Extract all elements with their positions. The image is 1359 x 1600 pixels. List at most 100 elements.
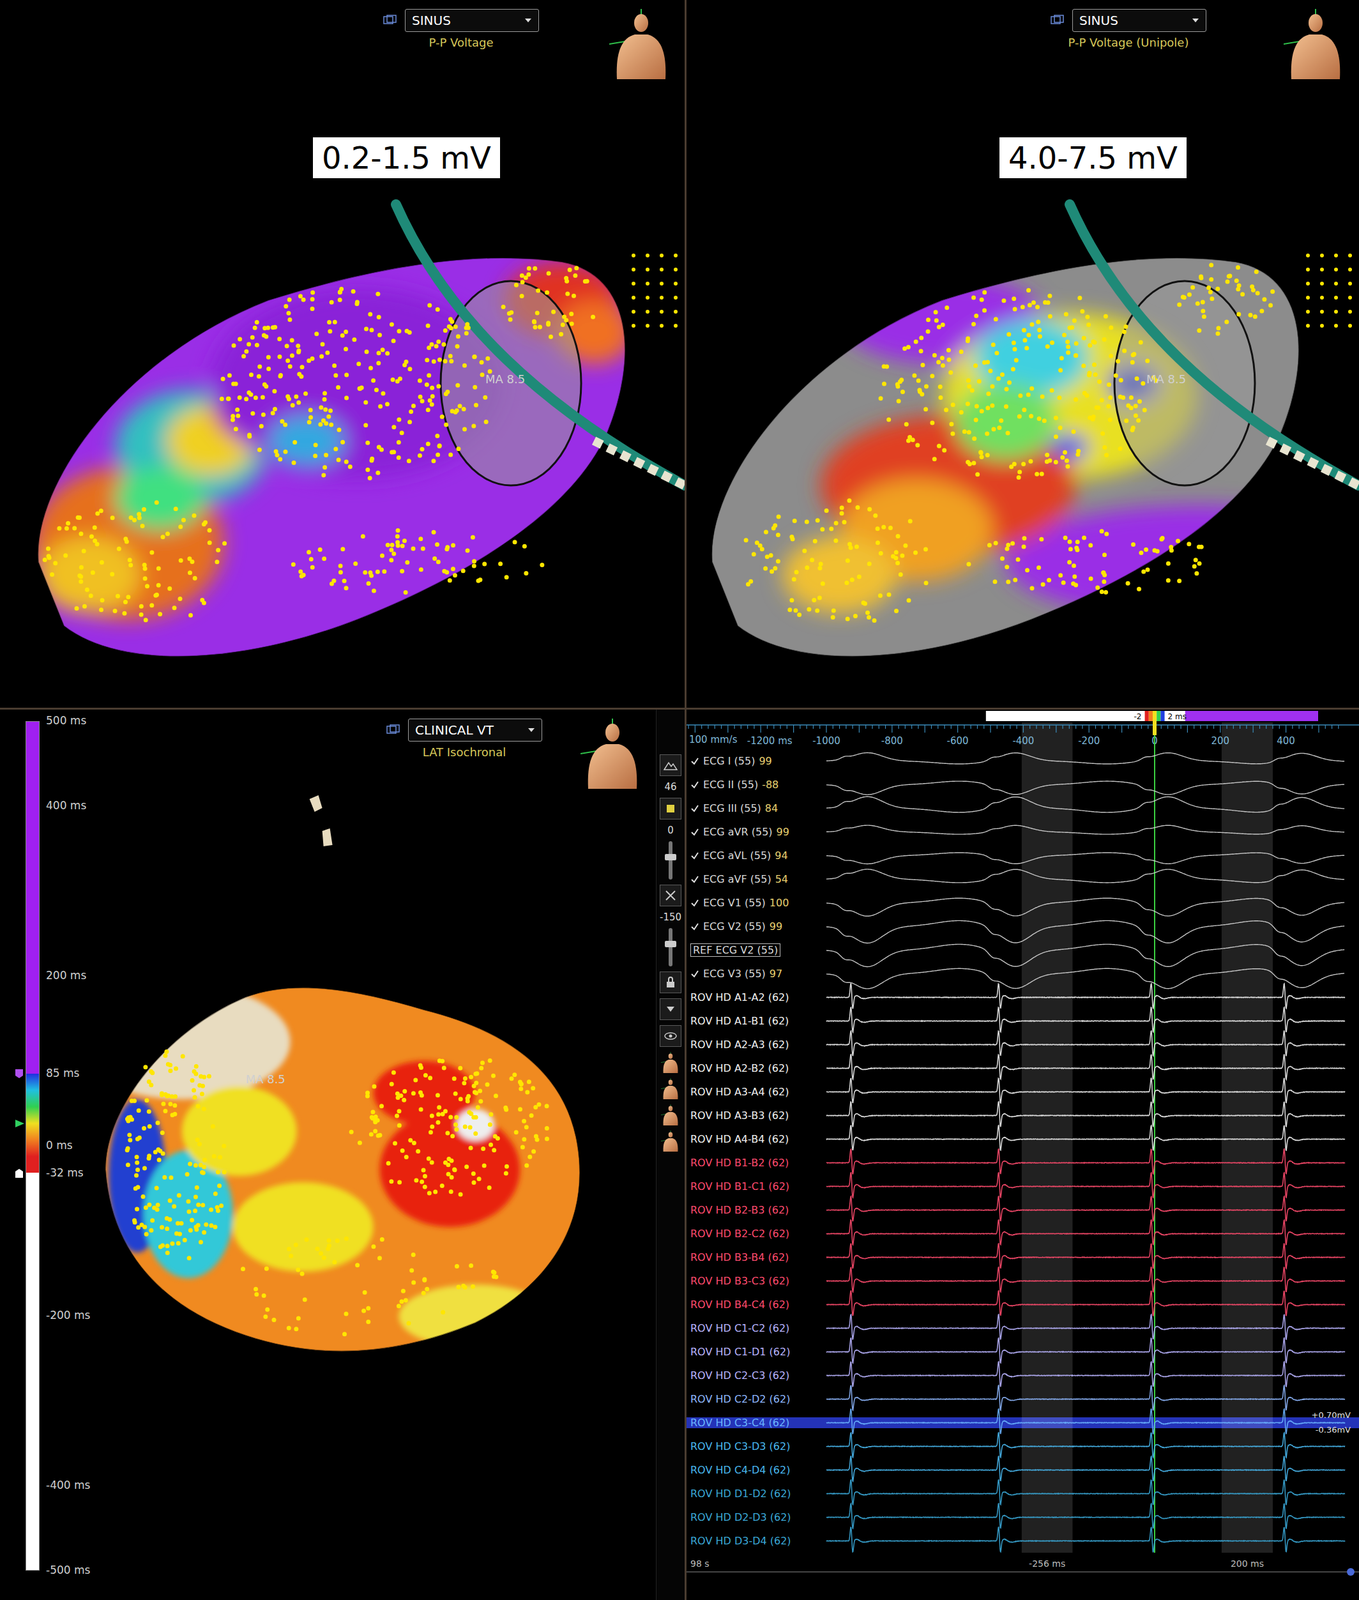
channel-row[interactable]: ROV HD A1-A2 (62)	[686, 985, 1359, 1010]
channel-label[interactable]: ROV HD A1-B1 (62)	[686, 1009, 840, 1033]
channel-label[interactable]: ROV HD C3-C4 (62)	[686, 1410, 840, 1435]
window-icon[interactable]	[386, 724, 401, 736]
slider-knob[interactable]	[664, 853, 677, 861]
channel-row[interactable]: ROV HD C4-D4 (62)	[686, 1457, 1359, 1482]
channel-row[interactable]: ECG V3 (55)97	[686, 961, 1359, 986]
torso-orientation-icon[interactable]	[660, 1104, 681, 1126]
channel-row[interactable]: ROV HD B3-B4 (62)	[686, 1245, 1359, 1269]
channel-label[interactable]: ROV HD A2-B2 (62)	[686, 1056, 840, 1080]
check-icon[interactable]	[690, 874, 700, 884]
channel-label[interactable]: ROV HD B1-B2 (62)	[686, 1150, 840, 1175]
channel-label[interactable]: ECG V1 (55)100	[686, 890, 840, 915]
channel-label[interactable]: ROV HD B3-B4 (62)	[686, 1245, 840, 1269]
view-dropdown[interactable]: CLINICAL VT	[408, 718, 543, 742]
channel-label[interactable]: ECG aVR (55)99	[686, 819, 840, 844]
channel-label[interactable]: ROV HD A1-A2 (62)	[686, 985, 840, 1010]
tool-button[interactable]	[659, 971, 682, 994]
anatomy-map[interactable]: MA 8.5	[686, 0, 1359, 708]
channel-row[interactable]: ROV HD B2-B3 (62)	[686, 1198, 1359, 1222]
lower-slider[interactable]	[668, 927, 673, 967]
channel-label[interactable]: ROV HD D2-D3 (62)	[686, 1505, 840, 1529]
channel-row[interactable]: ROV HD C3-C4 (62)+0.70mV-0.36mV	[686, 1410, 1359, 1435]
channel-row[interactable]: ROV HD D3-D4 (62)	[686, 1528, 1359, 1553]
channel-label[interactable]: ECG I (55)99	[686, 749, 840, 773]
channel-label[interactable]: ROV HD C4-D4 (62)	[686, 1457, 840, 1482]
channel-row[interactable]: ROV HD A3-A4 (62)	[686, 1079, 1359, 1104]
channel-row[interactable]: ROV HD D2-D3 (62)	[686, 1505, 1359, 1529]
tool-button[interactable]	[659, 1024, 682, 1047]
tool-button[interactable]	[659, 797, 682, 820]
anatomy-map[interactable]: MA 8.5	[92, 709, 656, 1600]
anatomy-map[interactable]: MA 8.5	[0, 0, 685, 708]
channel-label[interactable]: ROV HD C2-C3 (62)	[686, 1363, 840, 1388]
channel-label[interactable]: ECG II (55)-88	[686, 772, 840, 797]
torso-orientation-icon[interactable]	[609, 8, 674, 80]
channel-row[interactable]: ROV HD B2-C2 (62)	[686, 1221, 1359, 1246]
channel-label[interactable]: ROV HD A4-B4 (62)	[686, 1127, 840, 1151]
channel-row[interactable]: ROV HD B3-C3 (62)	[686, 1268, 1359, 1293]
upper-window-marker-icon[interactable]	[14, 1067, 26, 1080]
channel-label[interactable]: ROV HD B2-B3 (62)	[686, 1198, 840, 1222]
torso-orientation-icon[interactable]	[660, 1078, 681, 1100]
channel-label[interactable]: ROV HD C1-C2 (62)	[686, 1316, 840, 1340]
channel-label[interactable]: REF ECG V2 (55)	[686, 938, 840, 962]
timeline-strip[interactable]: 98 s-256 ms200 ms	[686, 1552, 1359, 1579]
channel-row[interactable]: ECG V2 (55)99	[686, 914, 1359, 939]
torso-orientation-icon[interactable]	[580, 718, 645, 789]
check-icon[interactable]	[690, 804, 700, 813]
channel-row[interactable]: REF ECG V2 (55)	[686, 938, 1359, 962]
channel-row[interactable]: ECG aVR (55)99	[686, 819, 1359, 844]
channel-label[interactable]: ROV HD C1-D1 (62)	[686, 1339, 840, 1364]
window-icon[interactable]	[383, 14, 398, 27]
channel-label[interactable]: ECG V2 (55)99	[686, 914, 840, 939]
channel-row[interactable]: ROV HD A1-B1 (62)	[686, 1009, 1359, 1033]
check-icon[interactable]	[690, 851, 700, 861]
tool-button[interactable]	[659, 754, 682, 776]
channel-row[interactable]: ROV HD C1-D1 (62)	[686, 1339, 1359, 1364]
channel-row[interactable]: ROV HD A4-B4 (62)	[686, 1127, 1359, 1151]
channel-row[interactable]: ECG V1 (55)100	[686, 890, 1359, 915]
channel-label[interactable]: ECG V3 (55)97	[686, 961, 840, 986]
channel-label[interactable]: ROV HD D1-D2 (62)	[686, 1481, 840, 1506]
channel-label[interactable]: ROV HD B3-C3 (62)	[686, 1268, 840, 1293]
color-scale[interactable]: 500 ms400 ms200 ms85 ms0 ms-32 ms-200 ms…	[0, 709, 93, 1600]
channel-row[interactable]: ROV HD D1-D2 (62)	[686, 1481, 1359, 1506]
channel-label[interactable]: ROV HD A3-A4 (62)	[686, 1079, 840, 1104]
color-scale-bar[interactable]	[25, 721, 40, 1571]
channel-label[interactable]: ROV HD B4-C4 (62)	[686, 1292, 840, 1317]
channel-row[interactable]: ROV HD C2-D2 (62)	[686, 1387, 1359, 1411]
channel-label[interactable]: ECG aVF (55)54	[686, 867, 840, 891]
channel-row[interactable]: ROV HD C2-C3 (62)	[686, 1363, 1359, 1388]
channel-row[interactable]: ROV HD A2-A3 (62)	[686, 1032, 1359, 1057]
channel-row[interactable]: ROV HD B1-C1 (62)	[686, 1174, 1359, 1199]
torso-orientation-icon[interactable]	[660, 1051, 681, 1073]
channel-label[interactable]: ROV HD A2-A3 (62)	[686, 1032, 840, 1057]
channel-row[interactable]: ECG aVF (55)54	[686, 867, 1359, 891]
reference-channel[interactable]: REF ECG V2 (55)	[690, 943, 781, 957]
slider-knob[interactable]	[664, 940, 677, 948]
view-dropdown[interactable]: SINUS	[404, 8, 540, 32]
check-icon[interactable]	[690, 827, 700, 837]
channel-label[interactable]: ROV HD C2-D2 (62)	[686, 1387, 840, 1411]
check-icon[interactable]	[690, 969, 700, 979]
channel-row[interactable]: ROV HD C1-C2 (62)	[686, 1316, 1359, 1340]
channel-label[interactable]: ROV HD B2-C2 (62)	[686, 1221, 840, 1246]
tool-button[interactable]	[659, 884, 682, 907]
channel-row[interactable]: ROV HD A2-B2 (62)	[686, 1056, 1359, 1080]
channel-label[interactable]: ECG aVL (55)94	[686, 843, 840, 868]
window-icon[interactable]	[1050, 14, 1065, 27]
torso-orientation-icon[interactable]	[1283, 8, 1348, 80]
channel-row[interactable]: ECG I (55)99	[686, 749, 1359, 773]
channel-label[interactable]: ECG III (55)84	[686, 796, 840, 820]
channel-row[interactable]: ROV HD B4-C4 (62)	[686, 1292, 1359, 1317]
lower-window-marker-icon[interactable]	[14, 1167, 26, 1179]
channel-row[interactable]: ROV HD A3-B3 (62)	[686, 1103, 1359, 1128]
channel-row[interactable]: ECG II (55)-88	[686, 772, 1359, 797]
check-icon[interactable]	[690, 780, 700, 790]
reference-marker-icon[interactable]	[14, 1117, 26, 1130]
channel-label[interactable]: ROV HD C3-D3 (62)	[686, 1434, 840, 1458]
channel-row[interactable]: ECG III (55)84	[686, 796, 1359, 820]
time-ruler[interactable]: -22 ms100 mm/s-1200 ms-1000-800-600-400-…	[686, 709, 1359, 750]
channel-row[interactable]: ROV HD B1-B2 (62)	[686, 1150, 1359, 1175]
tool-button[interactable]	[659, 998, 682, 1020]
